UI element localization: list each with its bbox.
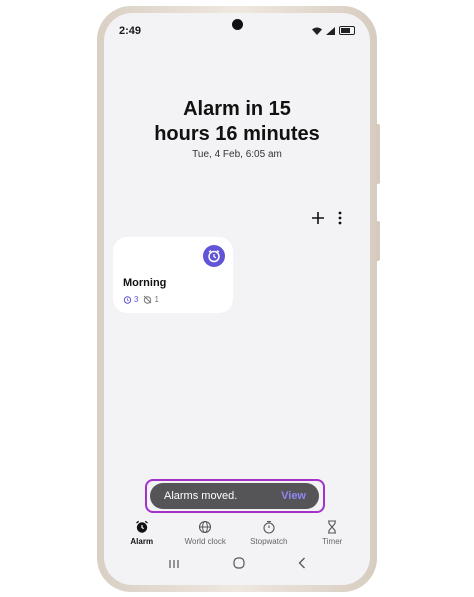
- status-icons: [312, 26, 355, 35]
- signal-icon: [326, 26, 335, 35]
- tab-timer[interactable]: Timer: [302, 519, 362, 553]
- status-time: 2:49: [119, 25, 142, 37]
- stopwatch-icon: [263, 520, 275, 534]
- front-camera: [231, 19, 243, 30]
- home-icon: [233, 557, 245, 569]
- volume-button: [376, 124, 380, 184]
- snackbar: Alarms moved. View: [150, 483, 319, 509]
- system-nav-bar: [104, 557, 370, 573]
- snackbar-message: Alarms moved.: [164, 490, 238, 502]
- power-button: [376, 221, 380, 261]
- bottom-tab-bar: Alarm World clock Stopwatch Timer: [104, 519, 370, 553]
- alarm-on-count: 3: [134, 295, 139, 304]
- alarm-icon: [135, 520, 148, 533]
- more-vert-icon: [338, 211, 342, 225]
- recents-icon: [169, 560, 179, 568]
- home-button[interactable]: [233, 556, 245, 574]
- tab-timer-label: Timer: [322, 537, 343, 546]
- next-alarm-line-1: Alarm in 15: [183, 98, 291, 120]
- alarm-off-icon: [144, 295, 152, 304]
- next-alarm-title: Alarm in 15 hours 16 minutes: [104, 97, 370, 147]
- phone-frame: 2:49 Alarm in 15 hours 16 minutes Tue, 4…: [97, 6, 380, 592]
- next-alarm-line-2: hours 16 minutes: [154, 123, 320, 145]
- tab-stopwatch[interactable]: Stopwatch: [239, 519, 299, 553]
- alarm-counts: 3 1: [123, 295, 159, 304]
- globe-icon: [199, 520, 212, 534]
- add-alarm-button[interactable]: [308, 208, 328, 228]
- recents-button[interactable]: [168, 556, 180, 574]
- hourglass-icon: [328, 520, 337, 534]
- tab-alarm[interactable]: Alarm: [112, 519, 172, 553]
- alarm-clock-badge-icon: [203, 245, 225, 267]
- next-alarm-date: Tue, 4 Feb, 6:05 am: [192, 149, 282, 160]
- tab-world-clock[interactable]: World clock: [175, 519, 235, 553]
- wifi-icon: [312, 27, 322, 35]
- snackbar-view-button[interactable]: View: [281, 490, 306, 502]
- alarm-group-name: Morning: [123, 277, 167, 289]
- tab-alarm-label: Alarm: [130, 537, 154, 546]
- screen: 2:49 Alarm in 15 hours 16 minutes Tue, 4…: [104, 13, 370, 585]
- back-icon: [298, 557, 305, 569]
- more-options-button[interactable]: [330, 208, 350, 228]
- alarm-group-card[interactable]: Morning 3 1: [113, 237, 233, 313]
- alarm-off-count: 1: [154, 295, 159, 304]
- alarm-on-icon: [123, 296, 132, 304]
- battery-icon: [339, 26, 355, 35]
- plus-icon: [312, 212, 324, 224]
- tab-stopwatch-label: Stopwatch: [250, 537, 288, 546]
- back-button[interactable]: [298, 556, 306, 574]
- tab-world-clock-label: World clock: [184, 537, 226, 546]
